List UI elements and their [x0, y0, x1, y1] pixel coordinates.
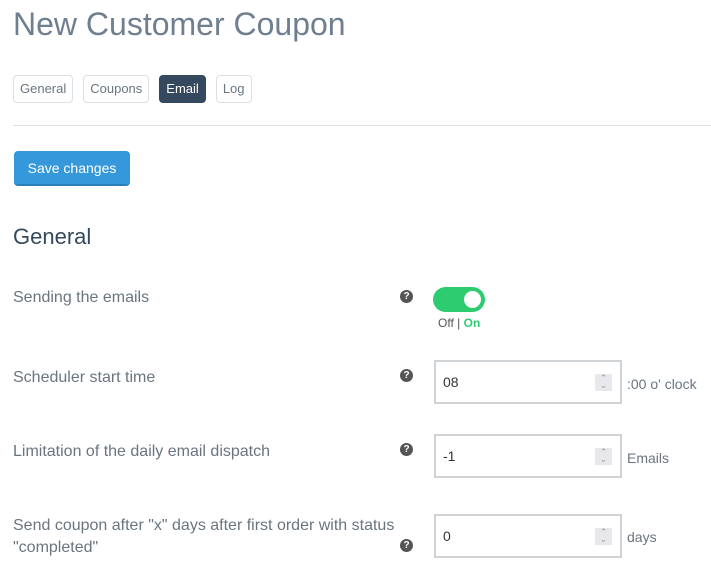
delay-days-unit: days	[627, 529, 657, 545]
toggle-knob	[464, 291, 481, 308]
scheduler-start-label: Scheduler start time	[13, 369, 156, 386]
sending-emails-label: Sending the emails	[13, 289, 150, 306]
help-icon[interactable]: ?	[400, 539, 413, 552]
daily-limit-value[interactable]: -1	[443, 448, 595, 464]
toggle-state-label: Off | On	[438, 316, 480, 330]
scheduler-start-value[interactable]: 08	[443, 374, 595, 390]
help-icon[interactable]: ?	[400, 369, 413, 382]
tab-email[interactable]: Email	[159, 75, 206, 103]
tab-coupons[interactable]: Coupons	[83, 75, 150, 103]
delay-days-label: Send coupon after "x" days after first o…	[13, 517, 395, 556]
page-title: New Customer Coupon	[13, 6, 346, 42]
delay-days-input[interactable]: 0 ⌃ ⌄	[434, 514, 622, 558]
spinner-icon[interactable]: ⌃ ⌄	[595, 527, 612, 545]
delay-days-value[interactable]: 0	[443, 528, 595, 544]
tab-log[interactable]: Log	[215, 75, 252, 103]
help-icon[interactable]: ?	[400, 290, 413, 303]
help-icon[interactable]: ?	[400, 443, 413, 456]
sending-emails-toggle[interactable]	[433, 287, 485, 312]
scheduler-unit: :00 o' clock	[627, 376, 697, 392]
section-title: General	[13, 224, 92, 249]
daily-limit-input[interactable]: -1 ⌃ ⌄	[434, 434, 622, 478]
toggle-off-label: Off	[438, 316, 454, 330]
tab-bar: General Coupons Email Log	[13, 75, 252, 103]
spinner-icon[interactable]: ⌃ ⌄	[595, 373, 612, 391]
toggle-on-label: On	[463, 316, 481, 330]
divider	[13, 125, 711, 126]
tab-general[interactable]: General	[13, 75, 74, 103]
daily-limit-unit: Emails	[627, 450, 670, 466]
scheduler-start-input[interactable]: 08 ⌃ ⌄	[434, 360, 622, 404]
save-button[interactable]: Save changes	[14, 151, 130, 186]
toggle-separator: |	[457, 316, 461, 330]
spinner-icon[interactable]: ⌃ ⌄	[595, 447, 612, 465]
daily-limit-label: Limitation of the daily email dispatch	[13, 443, 271, 460]
